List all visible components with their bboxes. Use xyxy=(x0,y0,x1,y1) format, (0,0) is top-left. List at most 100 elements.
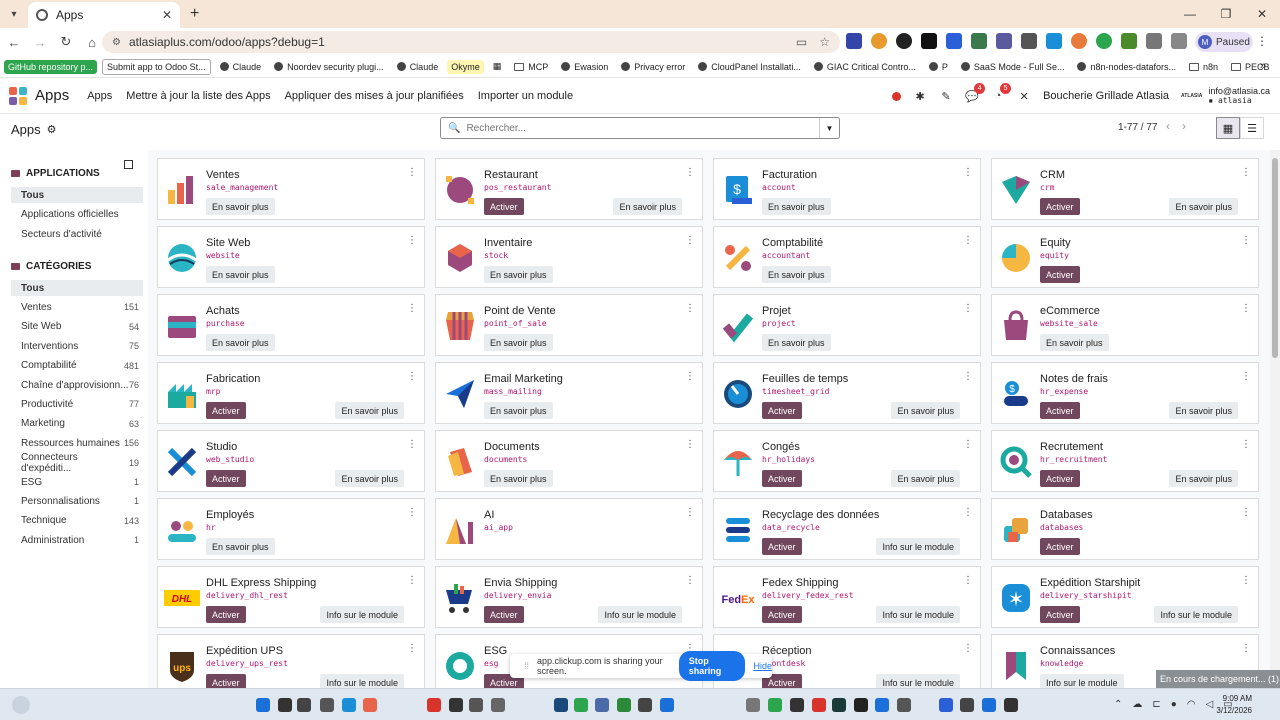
bookmark-item[interactable]: P xyxy=(925,60,952,74)
app-card[interactable]: ✶ Expédition Starshipit delivery_starshipi… xyxy=(991,566,1259,628)
card-menu-icon[interactable]: ⋮ xyxy=(407,303,417,314)
card-menu-icon[interactable]: ⋮ xyxy=(407,439,417,450)
app-card[interactable]: Databases databases Activer ⋮ xyxy=(991,498,1259,560)
activate-button[interactable]: Activer xyxy=(206,606,246,623)
app-card[interactable]: Employés hr En savoir plus ⋮ xyxy=(157,498,425,560)
menu-update-apps-list[interactable]: Mettre à jour la liste des Apps xyxy=(126,90,270,102)
learn-more-button[interactable]: En savoir plus xyxy=(335,470,404,487)
module-info-button[interactable]: Info sur le module xyxy=(320,674,404,688)
bookmark-item[interactable]: Submit app to Odoo St... xyxy=(102,58,211,75)
wifi-icon[interactable]: ◠ xyxy=(1187,699,1196,710)
taskbar-app-icon[interactable] xyxy=(768,698,782,712)
pager-previous-icon[interactable]: ‹ xyxy=(1166,119,1170,133)
chevron-up-icon[interactable]: ⌃ xyxy=(1114,699,1122,710)
forward-icon[interactable]: → xyxy=(28,35,52,50)
app-card[interactable]: ups Expédition UPS delivery_ups_rest Active… xyxy=(157,634,425,688)
taskbar-app-icon[interactable] xyxy=(427,698,441,712)
cast-icon[interactable]: ▭ xyxy=(796,35,807,49)
taskbar-app-icon[interactable] xyxy=(875,698,889,712)
tab-manager-icon[interactable] xyxy=(1171,33,1187,49)
sidebar-item-category[interactable]: Productivité 77 xyxy=(11,396,143,412)
card-menu-icon[interactable]: ⋮ xyxy=(1241,235,1251,246)
learn-more-button[interactable]: En savoir plus xyxy=(1040,334,1109,351)
module-info-button[interactable]: Info sur le module xyxy=(876,674,960,688)
sidebar-item-category[interactable]: Interventions 75 xyxy=(11,338,143,354)
taskbar-app-icon[interactable] xyxy=(939,698,953,712)
apps-grid-icon[interactable]: ▦ xyxy=(489,59,506,74)
taskbar-app-icon[interactable] xyxy=(491,698,505,712)
search-icon[interactable] xyxy=(278,698,292,712)
module-info-button[interactable]: Info sur le module xyxy=(876,538,960,555)
activate-button[interactable]: Activer xyxy=(206,402,246,419)
card-menu-icon[interactable]: ⋮ xyxy=(963,507,973,518)
card-menu-icon[interactable]: ⋮ xyxy=(1241,575,1251,586)
bookmark-item[interactable]: MCP xyxy=(510,60,552,74)
bookmark-item[interactable]: Ewasion xyxy=(557,60,612,74)
activate-button[interactable]: Activer xyxy=(1040,606,1080,623)
taskbar-app-icon[interactable] xyxy=(960,698,974,712)
volume-icon[interactable]: ◁ xyxy=(1206,699,1214,710)
app-card[interactable]: Email Marketing mass_mailing En savoir plu… xyxy=(435,362,703,424)
learn-more-button[interactable]: En savoir plus xyxy=(206,198,275,215)
taskbar-app-icon[interactable] xyxy=(897,698,911,712)
bookmark-item[interactable]: Okyme xyxy=(447,59,484,74)
home-icon[interactable]: ⌂ xyxy=(80,35,104,50)
sidebar-item-category[interactable]: Site Web 54 xyxy=(11,319,143,335)
kanban-view-icon[interactable]: ▦ xyxy=(1216,117,1240,139)
bookmark-item[interactable]: Noordev security plugi... xyxy=(270,60,388,74)
app-card[interactable]: Envia Shipping delivery_envia Activer Info … xyxy=(435,566,703,628)
sidebar-item-category[interactable]: Chaîne d'approvisionn... 76 xyxy=(11,377,143,393)
app-card[interactable]: $ Notes de frais hr_expense Activer En savoi… xyxy=(991,362,1259,424)
recording-icon[interactable] xyxy=(892,91,902,101)
extension-icon[interactable] xyxy=(971,33,987,49)
taskbar-app-icon[interactable] xyxy=(617,698,631,712)
mic-icon[interactable]: ● xyxy=(1171,699,1177,710)
learn-more-button[interactable]: En savoir plus xyxy=(484,334,553,351)
card-menu-icon[interactable]: ⋮ xyxy=(407,507,417,518)
taskbar-app-icon[interactable] xyxy=(982,698,996,712)
bookmark-item[interactable]: Claude xyxy=(393,60,443,74)
close-window-icon[interactable]: ✕ xyxy=(1244,0,1280,28)
learn-more-button[interactable]: En savoir plus xyxy=(484,402,553,419)
learn-more-button[interactable]: En savoir plus xyxy=(1169,470,1238,487)
extension-icon[interactable] xyxy=(896,33,912,49)
card-menu-icon[interactable]: ⋮ xyxy=(685,371,695,382)
module-info-button[interactable]: Info sur le module xyxy=(598,606,682,623)
extension-icon[interactable] xyxy=(1096,33,1112,49)
activate-button[interactable]: Activer xyxy=(1040,266,1080,283)
learn-more-button[interactable]: En savoir plus xyxy=(1169,198,1238,215)
minimize-icon[interactable]: — xyxy=(1172,0,1208,28)
card-menu-icon[interactable]: ⋮ xyxy=(407,575,417,586)
reload-icon[interactable]: ↻ xyxy=(54,34,78,50)
activate-button[interactable]: Activer xyxy=(762,470,802,487)
onedrive-icon[interactable]: ☁ xyxy=(1132,699,1142,710)
card-menu-icon[interactable]: ⋮ xyxy=(1241,643,1251,654)
app-card[interactable]: Point de Vente point_of_sale En savoir plu… xyxy=(435,294,703,356)
card-menu-icon[interactable]: ⋮ xyxy=(685,303,695,314)
sidebar-item-category[interactable]: Connecteurs d'expéditi... 19 xyxy=(11,452,143,474)
app-card[interactable]: Documents documents En savoir plus ⋮ xyxy=(435,430,703,492)
pager-next-icon[interactable]: › xyxy=(1182,119,1186,133)
activate-button[interactable]: Activer xyxy=(1040,198,1080,215)
taskbar-app-icon[interactable] xyxy=(746,698,760,712)
app-card[interactable]: Achats purchase En savoir plus ⋮ xyxy=(157,294,425,356)
hide-share-bar-link[interactable]: Hide xyxy=(753,661,772,671)
app-brand[interactable]: Apps xyxy=(35,87,69,104)
menu-apps[interactable]: Apps xyxy=(87,90,112,102)
taskbar-app-icon[interactable] xyxy=(1004,698,1018,712)
app-card[interactable]: Site Web website En savoir plus ⋮ xyxy=(157,226,425,288)
bookmark-item[interactable]: Privacy error xyxy=(617,60,689,74)
learn-more-button[interactable]: En savoir plus xyxy=(1169,402,1238,419)
extension-icon[interactable] xyxy=(921,33,937,49)
bookmark-item[interactable]: Claude xyxy=(216,60,266,74)
sidebar-item-application[interactable]: Applications officielles xyxy=(11,207,143,223)
activity-icon[interactable]: ◔ 5 xyxy=(991,83,1012,103)
module-info-button[interactable]: Info sur le module xyxy=(1040,674,1124,688)
sidebar-item-application[interactable]: Tous xyxy=(11,187,143,203)
drag-handle[interactable]: ⁞⁞ xyxy=(524,661,529,671)
app-card[interactable]: AI ai_app ⋮ xyxy=(435,498,703,560)
learn-more-button[interactable]: En savoir plus xyxy=(762,266,831,283)
app-card[interactable]: Studio web_studio Activer En savoir plus ⋮ xyxy=(157,430,425,492)
activate-button[interactable]: Activer xyxy=(762,402,802,419)
company-switcher[interactable]: Boucherie Grillade Atlasia xyxy=(1043,90,1169,102)
